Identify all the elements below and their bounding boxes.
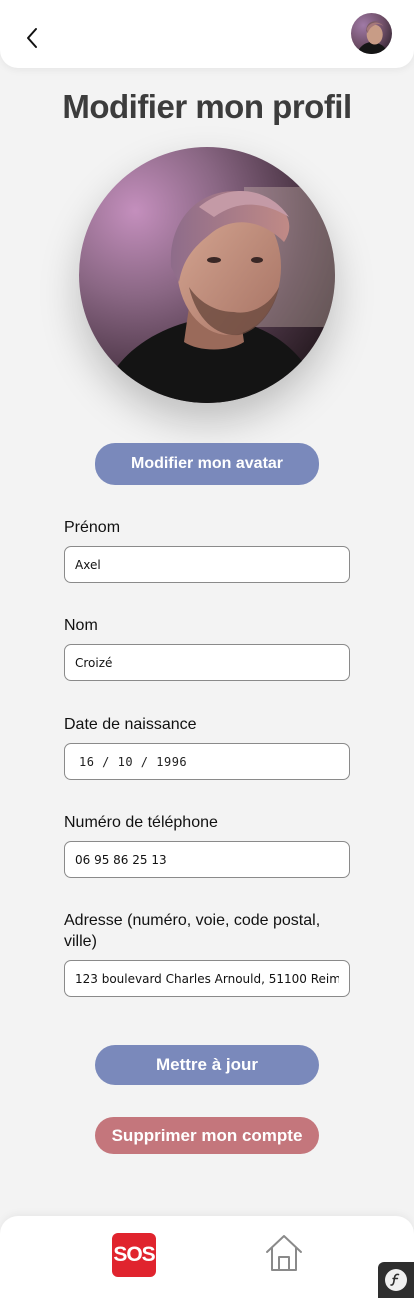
sos-label: SOS bbox=[113, 1243, 155, 1266]
birth-date-label: Date de naissance bbox=[64, 716, 197, 733]
profile-avatar-small[interactable] bbox=[351, 13, 392, 54]
bottom-navigation: SOS bbox=[0, 1216, 414, 1298]
phone-label: Numéro de téléphone bbox=[64, 814, 218, 831]
address-label: Adresse (numéro, voie, code postal, vill… bbox=[64, 912, 321, 950]
avatar bbox=[351, 13, 392, 54]
last-name-label: Nom bbox=[64, 617, 98, 634]
delete-account-button[interactable]: Supprimer mon compte bbox=[95, 1117, 319, 1154]
birth-date-value: 16 / 10 / 1996 bbox=[79, 754, 188, 769]
phone-input[interactable] bbox=[64, 841, 350, 878]
birth-date-input[interactable]: 16 / 10 / 1996 bbox=[64, 743, 350, 780]
avatar-photo bbox=[79, 147, 335, 403]
home-icon bbox=[266, 1235, 302, 1271]
symfony-debug-icon[interactable] bbox=[378, 1262, 414, 1298]
back-button[interactable] bbox=[18, 22, 46, 54]
last-name-input[interactable] bbox=[64, 644, 350, 681]
update-button[interactable]: Mettre à jour bbox=[95, 1045, 319, 1085]
page-title: Modifier mon profil bbox=[62, 88, 352, 125]
first-name-input[interactable] bbox=[64, 546, 350, 583]
home-button[interactable] bbox=[264, 1231, 304, 1275]
change-avatar-button[interactable]: Modifier mon avatar bbox=[95, 443, 319, 485]
chevron-left-icon bbox=[27, 28, 37, 48]
symfony-logo-icon bbox=[385, 1269, 407, 1291]
sos-button[interactable]: SOS bbox=[112, 1233, 156, 1277]
first-name-label: Prénom bbox=[64, 519, 121, 536]
profile-avatar-large bbox=[79, 147, 335, 403]
top-bar bbox=[0, 0, 414, 68]
address-input[interactable] bbox=[64, 960, 350, 997]
